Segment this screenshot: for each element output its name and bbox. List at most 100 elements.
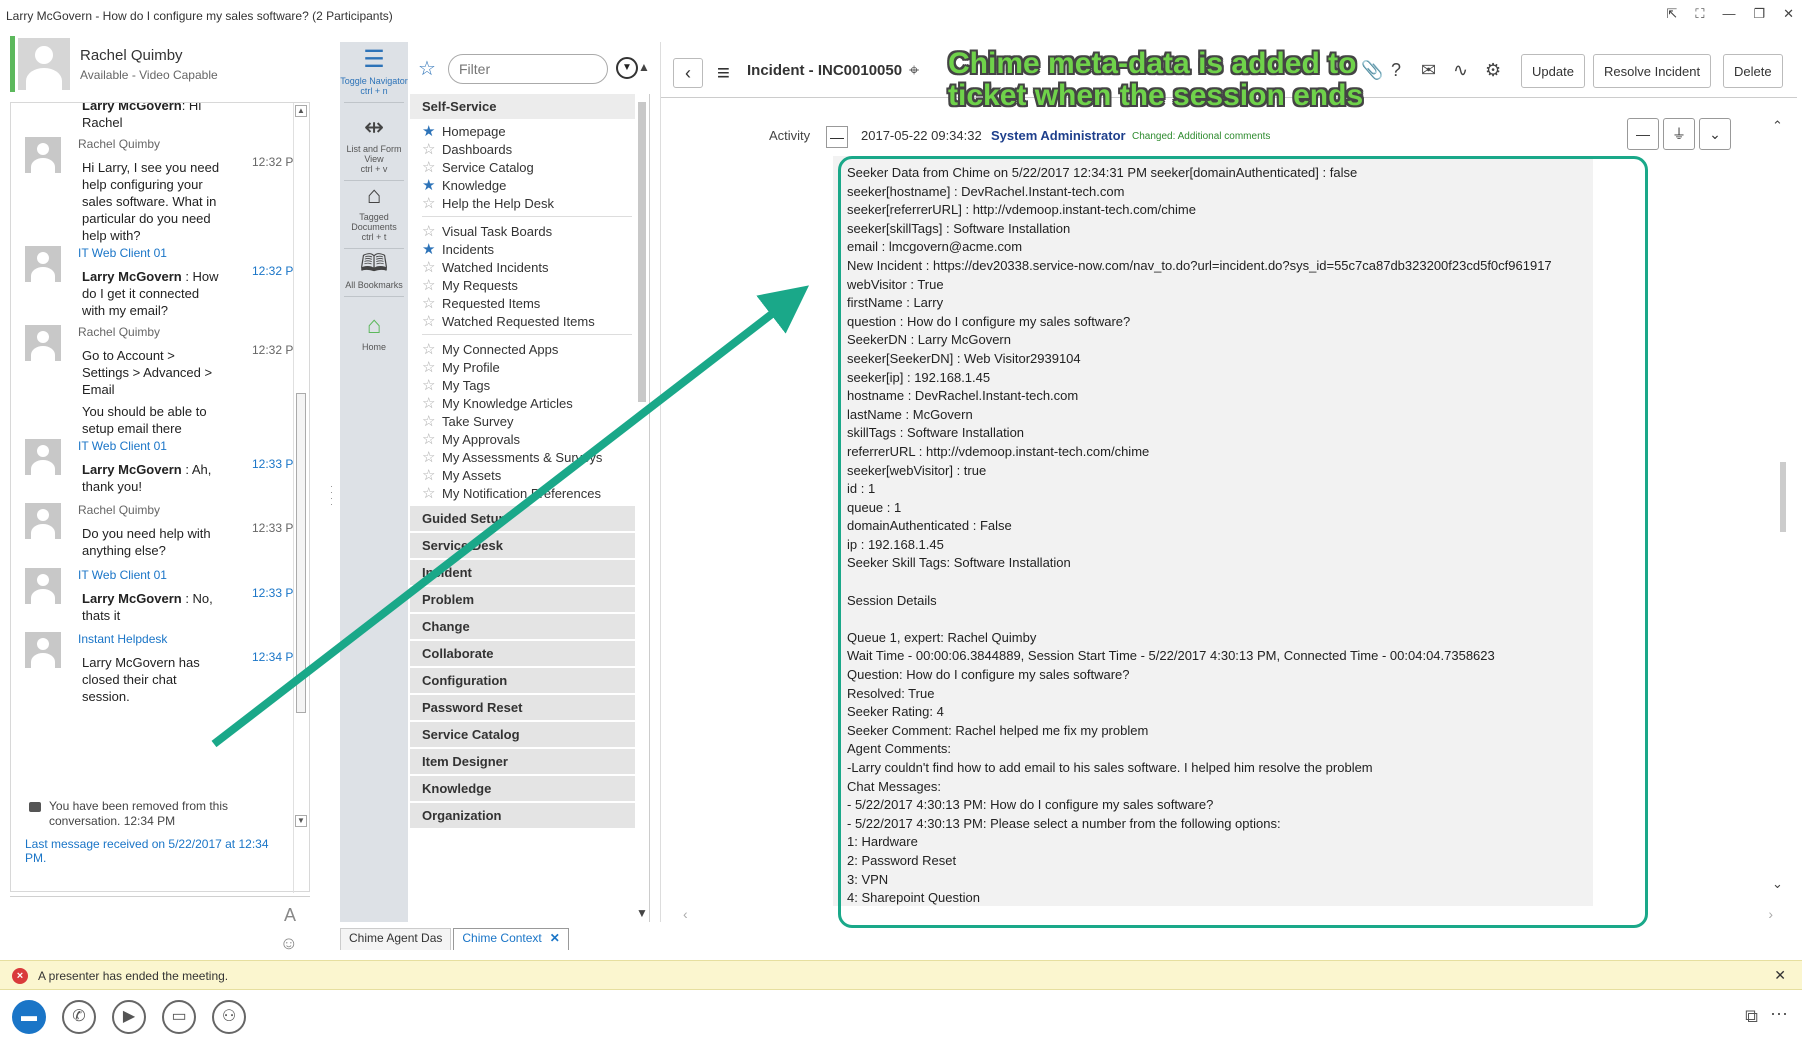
- star-icon[interactable]: ☆: [422, 448, 435, 468]
- scroll-up-icon[interactable]: ▲: [295, 105, 307, 117]
- list-form-view-button[interactable]: ⇹ List and Form View ctrl + v: [340, 116, 408, 181]
- star-icon[interactable]: ☆: [422, 140, 435, 160]
- star-icon[interactable]: ☆: [422, 484, 435, 504]
- phone-icon[interactable]: ✆: [62, 1000, 96, 1034]
- nav-section[interactable]: Guided Setup: [410, 506, 635, 532]
- star-icon[interactable]: ★: [422, 176, 435, 196]
- scroll-up-icon[interactable]: ▲: [638, 60, 650, 74]
- all-bookmarks-button[interactable]: 🕮 All Bookmarks: [340, 252, 408, 297]
- star-icon[interactable]: ☆: [422, 376, 435, 396]
- nav-item[interactable]: ★ Knowledge: [422, 176, 632, 196]
- nav-item[interactable]: ☆ My Notification Preferences: [422, 484, 632, 504]
- meeting-layout-icon[interactable]: ⧉: [1745, 1006, 1758, 1027]
- form-scrollbar[interactable]: ⌃ ⌄: [1772, 102, 1786, 912]
- conversation-history[interactable]: Larry McGovern: Hi Rachel Rachel Quimby H…: [10, 102, 310, 893]
- minimize-activity-button[interactable]: —: [1627, 118, 1659, 150]
- nav-item[interactable]: ☆ My Knowledge Articles: [422, 394, 632, 414]
- nav-item[interactable]: ☆ My Assets: [422, 466, 632, 486]
- star-icon[interactable]: ☆: [422, 466, 435, 486]
- close-tab-icon[interactable]: ✕: [550, 931, 560, 945]
- resolve-incident-button[interactable]: Resolve Incident: [1593, 54, 1712, 88]
- star-icon[interactable]: ☆: [422, 430, 435, 450]
- nav-item[interactable]: ☆ My Requests: [422, 276, 632, 296]
- tag-icon[interactable]: ⌖: [909, 60, 919, 81]
- nav-item[interactable]: ☆ Requested Items: [422, 294, 632, 314]
- settings-icon[interactable]: ⚙: [1485, 60, 1501, 81]
- star-icon[interactable]: ☆: [422, 158, 435, 178]
- navigator-scrollbar[interactable]: ▼: [636, 94, 648, 922]
- history-icon[interactable]: ▼: [616, 57, 638, 79]
- nav-item[interactable]: ☆ Help the Help Desk: [422, 194, 632, 214]
- star-icon[interactable]: ☆: [422, 394, 435, 414]
- nav-item[interactable]: ☆ Watched Incidents: [422, 258, 632, 278]
- nav-section[interactable]: Configuration: [410, 668, 635, 694]
- nav-section-self-service[interactable]: Self-Service: [410, 94, 635, 120]
- star-icon[interactable]: ☆: [422, 194, 435, 214]
- star-icon[interactable]: ☆: [422, 340, 435, 360]
- chevron-down-icon[interactable]: ⌄: [1699, 118, 1731, 150]
- nav-item[interactable]: ★ Homepage: [422, 122, 632, 142]
- scroll-down-icon[interactable]: ⌄: [1772, 876, 1783, 892]
- star-icon[interactable]: ☆: [422, 312, 435, 332]
- toggle-navigator-button[interactable]: ☰ Toggle Navigator ctrl + n: [340, 48, 408, 103]
- filter-icon[interactable]: ⏚: [1663, 118, 1695, 150]
- nav-item[interactable]: ☆ My Profile: [422, 358, 632, 378]
- delete-button[interactable]: Delete: [1723, 54, 1783, 88]
- nav-section[interactable]: Organization: [410, 803, 635, 829]
- nav-item[interactable]: ☆ Visual Task Boards: [422, 222, 632, 242]
- nav-item[interactable]: ☆ Dashboards: [422, 140, 632, 160]
- restore-icon[interactable]: ❐: [1753, 6, 1765, 22]
- scroll-down-icon[interactable]: ▼: [636, 906, 648, 920]
- nav-section[interactable]: Problem: [410, 587, 635, 613]
- nav-section[interactable]: Item Designer: [410, 749, 635, 775]
- tagged-documents-button[interactable]: ⌂ Tagged Documents ctrl + t: [340, 184, 408, 249]
- home-button[interactable]: ⌂ Home: [340, 314, 408, 353]
- favorites-star-icon[interactable]: ☆: [418, 56, 436, 81]
- nav-section[interactable]: Service Catalog: [410, 722, 635, 748]
- more-options-icon[interactable]: ⋯: [1770, 1004, 1788, 1025]
- nav-section[interactable]: Change: [410, 614, 635, 640]
- chat-icon[interactable]: ▬: [12, 1000, 46, 1034]
- nav-section[interactable]: Password Reset: [410, 695, 635, 721]
- scroll-up-icon[interactable]: ⌃: [1772, 118, 1783, 134]
- update-button[interactable]: Update: [1521, 54, 1585, 88]
- scroll-right-icon[interactable]: ›: [1768, 906, 1773, 922]
- star-icon[interactable]: ★: [422, 240, 435, 260]
- close-icon[interactable]: ✕: [1783, 6, 1794, 22]
- filter-input[interactable]: [448, 54, 608, 84]
- star-icon[interactable]: ☆: [422, 222, 435, 242]
- font-icon[interactable]: A: [284, 905, 296, 926]
- star-icon[interactable]: ☆: [422, 294, 435, 314]
- fullscreen-icon[interactable]: ⛶: [1695, 6, 1704, 22]
- collapse-button[interactable]: —: [826, 126, 848, 148]
- star-icon[interactable]: ☆: [422, 258, 435, 278]
- star-icon[interactable]: ★: [422, 122, 435, 142]
- star-icon[interactable]: ☆: [422, 358, 435, 378]
- emoticon-icon[interactable]: ☺: [280, 933, 298, 954]
- nav-section[interactable]: Service Desk: [410, 533, 635, 559]
- splitter-handle[interactable]: · · · ·: [330, 482, 334, 509]
- nav-item[interactable]: ★ Incidents: [422, 240, 632, 260]
- close-icon[interactable]: ✕: [1774, 967, 1786, 984]
- scroll-thumb[interactable]: [296, 393, 306, 713]
- back-button[interactable]: ‹: [673, 58, 703, 88]
- nav-item[interactable]: ☆ My Tags: [422, 376, 632, 396]
- nav-item[interactable]: ☆ Service Catalog: [422, 158, 632, 178]
- tab-chime-context[interactable]: Chime Context ✕: [453, 928, 569, 950]
- participants-icon[interactable]: ⚇: [212, 1000, 246, 1034]
- nav-item[interactable]: ☆ My Assessments & Surveys: [422, 448, 632, 468]
- star-icon[interactable]: ☆: [422, 412, 435, 432]
- nav-item[interactable]: ☆ Take Survey: [422, 412, 632, 432]
- scroll-down-icon[interactable]: ▼: [295, 815, 307, 827]
- tab-chime-agent-dashboard[interactable]: Chime Agent Das: [340, 928, 452, 950]
- scroll-thumb[interactable]: [1780, 462, 1786, 532]
- menu-icon[interactable]: ≡: [717, 60, 730, 86]
- minimize-icon[interactable]: —: [1722, 6, 1735, 22]
- activity-user[interactable]: System Administrator: [991, 128, 1126, 143]
- scroll-thumb[interactable]: [638, 102, 646, 402]
- scroll-left-icon[interactable]: ‹: [683, 906, 688, 922]
- popout-icon[interactable]: ⇱: [1666, 6, 1677, 22]
- nav-item[interactable]: ☆ Watched Requested Items: [422, 312, 632, 332]
- star-icon[interactable]: ☆: [422, 276, 435, 296]
- video-icon[interactable]: ▶: [112, 1000, 146, 1034]
